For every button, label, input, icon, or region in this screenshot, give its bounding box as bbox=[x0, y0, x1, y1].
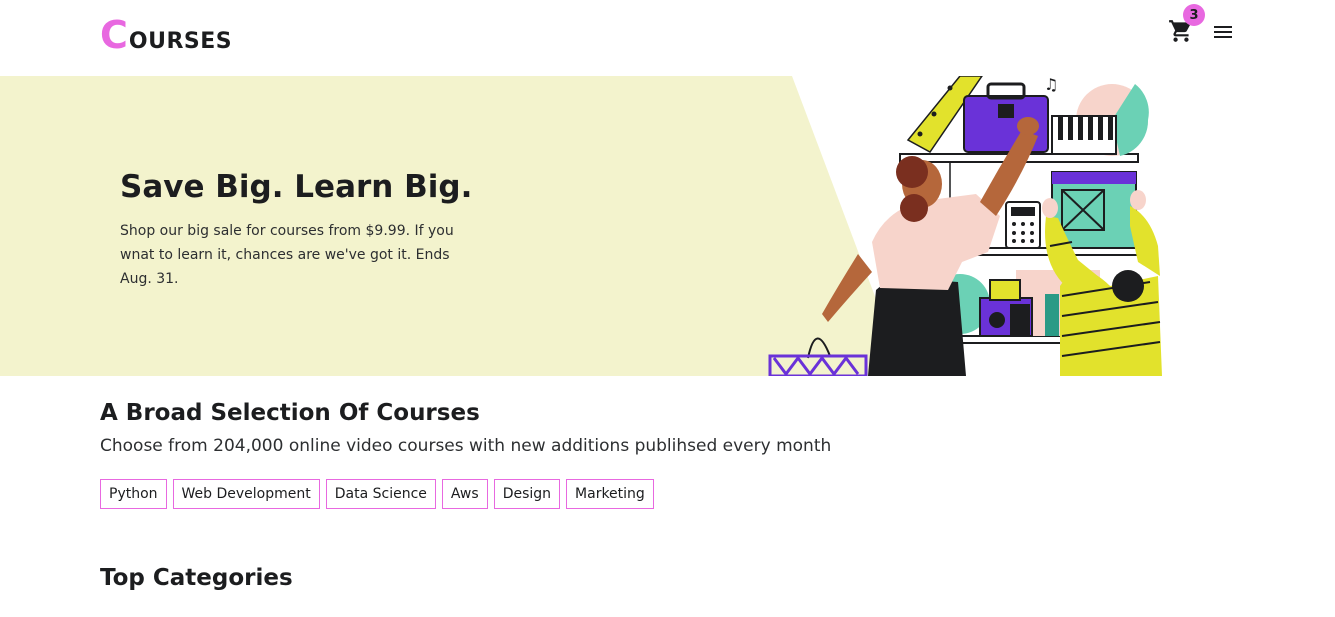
hero-banner: ♫ Save Big. Learn Big. Shop our big sale… bbox=[0, 76, 1182, 376]
tag-marketing[interactable]: Marketing bbox=[566, 479, 654, 509]
banner-title: Save Big. Learn Big. bbox=[120, 169, 473, 205]
section-title: A Broad Selection Of Courses bbox=[100, 400, 480, 426]
logo-text: OURSES bbox=[128, 29, 233, 54]
banner-description: Shop our big sale for courses from $9.99… bbox=[120, 223, 454, 287]
tag-web-development[interactable]: Web Development bbox=[172, 479, 320, 509]
topic-tags: Python Web Development Data Science Aws … bbox=[100, 479, 660, 509]
svg-text:♫: ♫ bbox=[1044, 76, 1058, 94]
cart-count-badge: 3 bbox=[1183, 4, 1205, 26]
section-subtitle: Choose from 204,000 online video courses… bbox=[100, 436, 832, 456]
logo-initial: C bbox=[100, 13, 128, 57]
logo[interactable]: C OURSES bbox=[100, 16, 232, 54]
tag-python[interactable]: Python bbox=[100, 479, 167, 509]
site-header: C OURSES 3 bbox=[0, 0, 1335, 76]
tag-design[interactable]: Design bbox=[493, 479, 561, 509]
tag-data-science[interactable]: Data Science bbox=[325, 479, 436, 509]
hamburger-menu-icon[interactable] bbox=[1214, 26, 1232, 40]
tag-aws[interactable]: Aws bbox=[441, 479, 488, 509]
top-categories-title: Top Categories bbox=[100, 565, 293, 591]
